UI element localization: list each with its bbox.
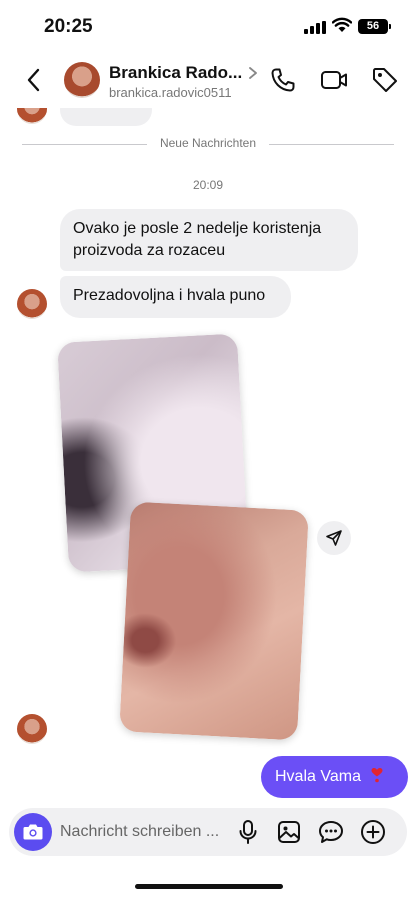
- status-time: 20:25: [44, 16, 93, 37]
- contact-name[interactable]: Brankica Rado...: [109, 63, 242, 83]
- chevron-right-icon[interactable]: [248, 66, 258, 80]
- back-icon[interactable]: [22, 66, 46, 94]
- divider-label: Neue Nachrichten: [149, 136, 267, 150]
- message-timestamp: 20:09: [192, 178, 224, 192]
- message-input[interactable]: Nachricht schreiben ...: [60, 823, 219, 841]
- tag-icon[interactable]: [371, 66, 399, 94]
- send-icon: [326, 530, 342, 546]
- message-composer[interactable]: Nachricht schreiben ...: [9, 808, 407, 856]
- incoming-message[interactable]: Ovako je posle 2 nedelje koristenja proi…: [60, 209, 358, 271]
- status-bar: 20:25 56: [0, 0, 416, 52]
- battery-icon: 56: [358, 19, 391, 34]
- home-indicator: [135, 884, 283, 889]
- heart-exclamation-icon: [371, 768, 383, 783]
- signal-icon: [304, 21, 326, 34]
- outgoing-message[interactable]: Hvala Vama: [261, 756, 408, 798]
- incoming-message[interactable]: Prezadovoljna i hvala puno: [60, 276, 291, 318]
- sticker-icon[interactable]: [318, 820, 344, 844]
- camera-button[interactable]: [14, 813, 52, 851]
- contact-avatar-small[interactable]: [17, 108, 47, 124]
- new-messages-divider: Neue Nachrichten: [22, 136, 394, 152]
- previous-message-bubble[interactable]: [60, 108, 152, 126]
- contact-username: brankica.radovic0511: [109, 85, 232, 100]
- contact-avatar-small[interactable]: [17, 714, 47, 744]
- video-camera-icon[interactable]: [320, 67, 348, 93]
- camera-icon: [23, 824, 43, 840]
- gallery-icon[interactable]: [277, 820, 301, 844]
- message-thread[interactable]: Neue Nachrichten 20:09 Ovako je posle 2 …: [0, 108, 416, 800]
- microphone-icon[interactable]: [237, 819, 259, 845]
- wifi-icon: [332, 17, 352, 32]
- shared-photo[interactable]: [119, 501, 309, 741]
- phone-icon[interactable]: [270, 67, 296, 93]
- share-button[interactable]: [317, 521, 351, 555]
- plus-icon[interactable]: [360, 819, 386, 845]
- contact-avatar-small[interactable]: [17, 289, 47, 319]
- contact-avatar[interactable]: [64, 62, 100, 98]
- chat-header: Brankica Rado... brankica.radovic0511: [0, 52, 416, 108]
- outgoing-message-text: Hvala Vama: [275, 768, 361, 785]
